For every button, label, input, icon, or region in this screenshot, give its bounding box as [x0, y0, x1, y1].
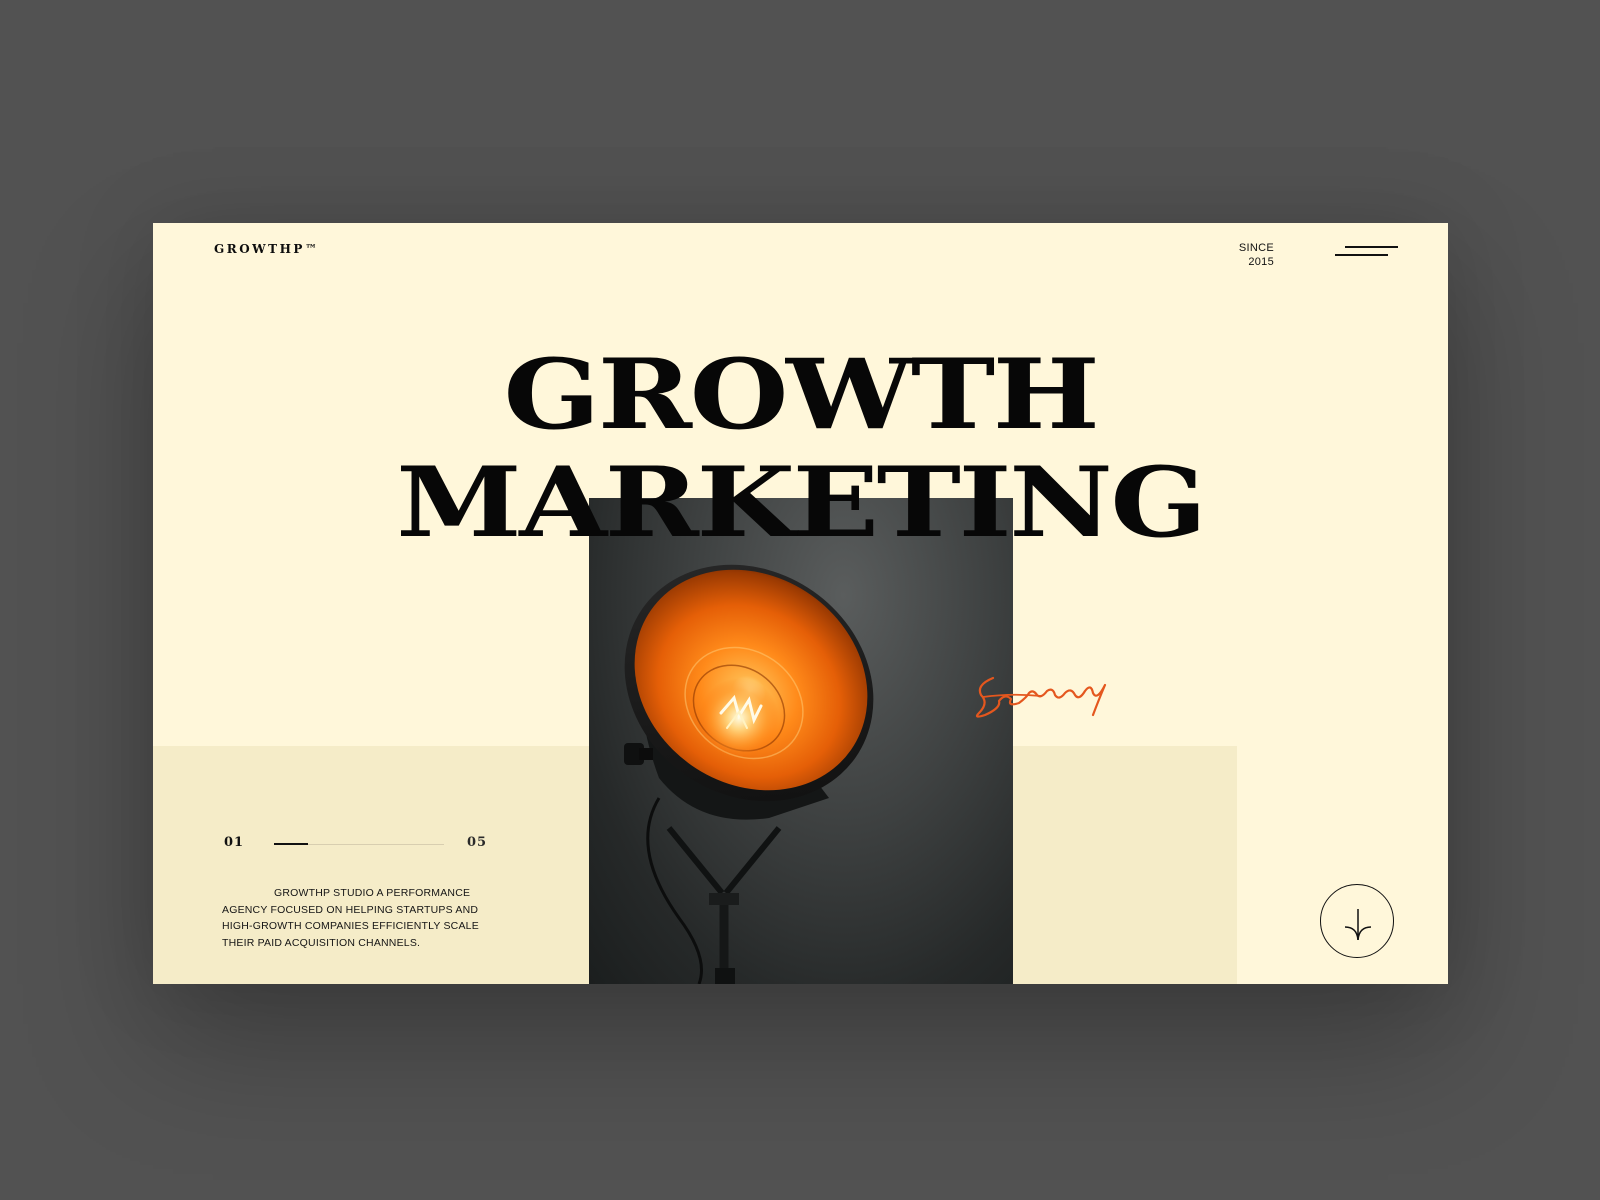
headline-line-marketing: MARKETING — [396, 446, 1207, 559]
hero-headline: GROWTH MARKETING — [153, 341, 1448, 557]
since-label: SINCE 2015 — [1178, 241, 1274, 269]
pager-progress — [274, 843, 308, 845]
menu-bar-top — [1345, 246, 1398, 248]
pager-total: 05 — [467, 835, 488, 850]
headline-line-growth: GROWTH — [503, 338, 1100, 451]
pager-current: 01 — [224, 835, 245, 850]
brand-logo[interactable]: GROWTHP™ — [214, 242, 319, 256]
arrow-down-icon — [1344, 909, 1372, 941]
since-year: 2015 — [1248, 256, 1274, 268]
lamp-photo — [589, 498, 1013, 984]
lamp-illustration — [624, 564, 874, 984]
page-backdrop: GROWTHP™ SINCE 2015 GROWTH MARKETING 01 … — [0, 0, 1600, 1200]
hamburger-menu-icon[interactable] — [1333, 237, 1403, 261]
slide-pager[interactable]: 01 05 — [224, 835, 504, 855]
hero-card: GROWTHP™ SINCE 2015 GROWTH MARKETING 01 … — [153, 223, 1448, 984]
scroll-down-button[interactable] — [1320, 884, 1394, 958]
menu-bar-bottom — [1335, 254, 1388, 256]
since-text: SINCE — [1238, 242, 1274, 254]
agency-description: GROWTHP STUDIO A PERFORMANCE AGENCY FOCU… — [222, 887, 479, 949]
signature-icon — [975, 676, 1107, 718]
